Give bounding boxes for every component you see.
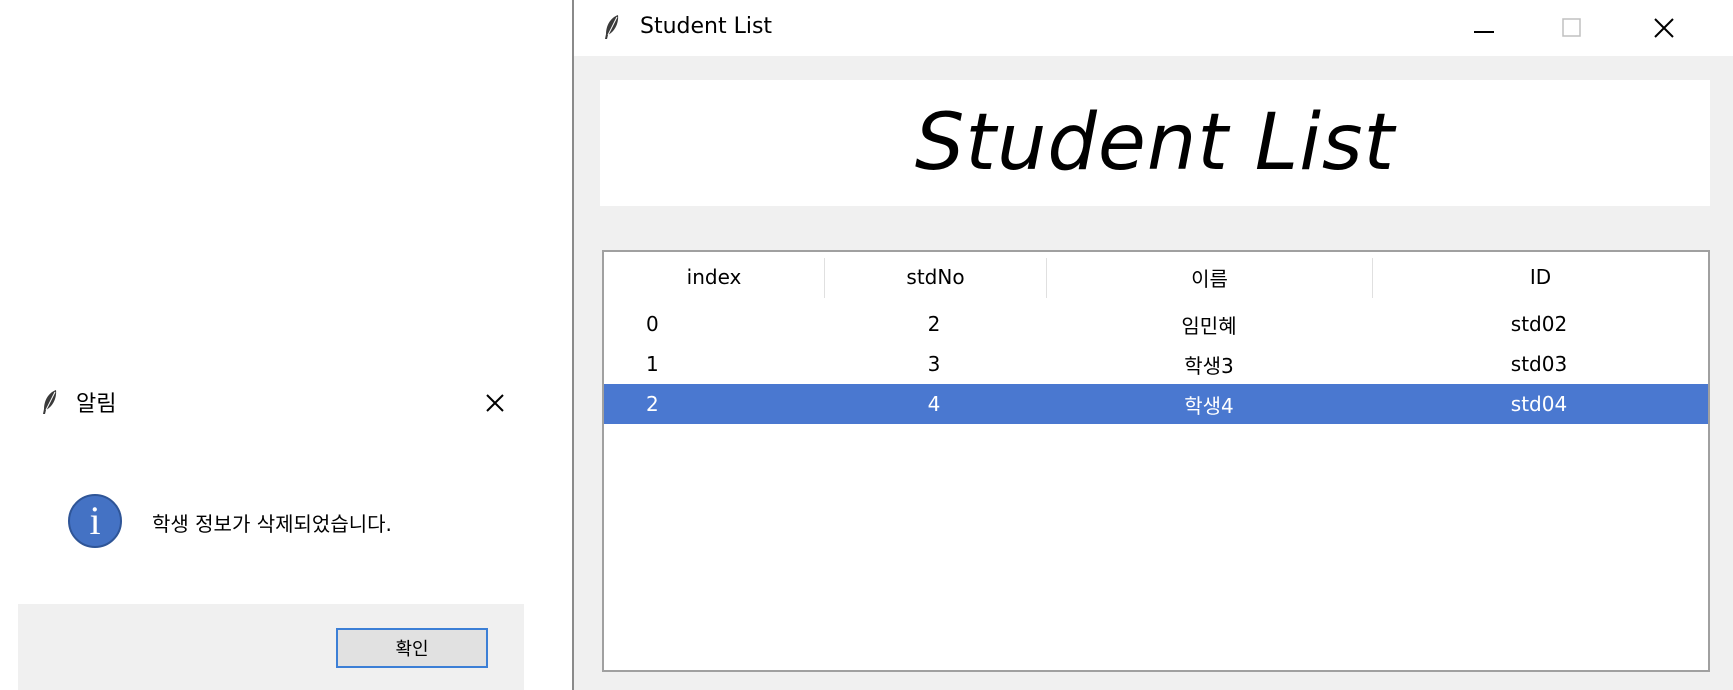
table-row[interactable]: 0 2 임민혜 std02 [604,304,1708,344]
cell-index: 2 [646,392,659,416]
minimize-button[interactable] [1454,8,1514,48]
table-row-selected[interactable]: 2 4 학생4 std04 [604,384,1708,424]
feather-icon [605,15,619,39]
student-table[interactable]: index stdNo 이름 ID 0 2 임민혜 std02 1 3 학생3 … [602,250,1710,672]
cell-stdno: 2 [927,312,941,336]
cell-id: std03 [1510,352,1568,376]
table-row[interactable]: 1 3 학생3 std03 [604,344,1708,384]
header-panel: Student List [600,80,1710,206]
cell-name: 학생4 [1184,393,1234,418]
info-icon: i [68,494,122,548]
feather-icon [43,390,57,414]
table-header: index stdNo 이름 ID [604,252,1708,302]
cell-id: std04 [1510,392,1568,416]
maximize-button[interactable] [1542,8,1602,48]
info-glyph: i [89,498,101,543]
student-list-window: Student List Student List index stdNo 이름 [572,0,1733,690]
cell-index: 0 [646,312,659,336]
cell-id: std02 [1510,312,1568,336]
cell-index: 1 [646,352,659,376]
column-header-index[interactable]: index [604,252,824,302]
ok-button[interactable]: 확인 [336,628,488,668]
maximize-icon [1562,18,1581,37]
page-title: Student List [914,98,1396,188]
cell-name: 임민혜 [1181,313,1237,338]
close-icon [1654,18,1674,38]
dialog-message: 학생 정보가 삭제되었습니다. [152,512,392,536]
window-titlebar: Student List [574,0,1733,56]
close-button[interactable] [1634,8,1694,48]
column-header-stdno[interactable]: stdNo [825,252,1046,302]
column-header-name[interactable]: 이름 [1047,252,1372,302]
cell-stdno: 3 [927,352,941,376]
column-header-id[interactable]: ID [1373,252,1708,302]
window-title: Student List [640,14,773,39]
dialog-titlebar: 알림 [40,384,116,420]
alert-dialog: 알림 i 학생 정보가 삭제되었습니다. 확인 [0,0,540,690]
dialog-footer: 확인 [18,604,524,690]
table-body: 0 2 임민혜 std02 1 3 학생3 std03 2 4 학생4 std0… [604,304,1708,424]
minimize-icon [1474,31,1494,33]
cell-name: 학생3 [1184,353,1234,378]
dialog-close-icon[interactable] [480,388,510,418]
cell-stdno: 4 [927,392,941,416]
dialog-title: 알림 [76,392,117,417]
